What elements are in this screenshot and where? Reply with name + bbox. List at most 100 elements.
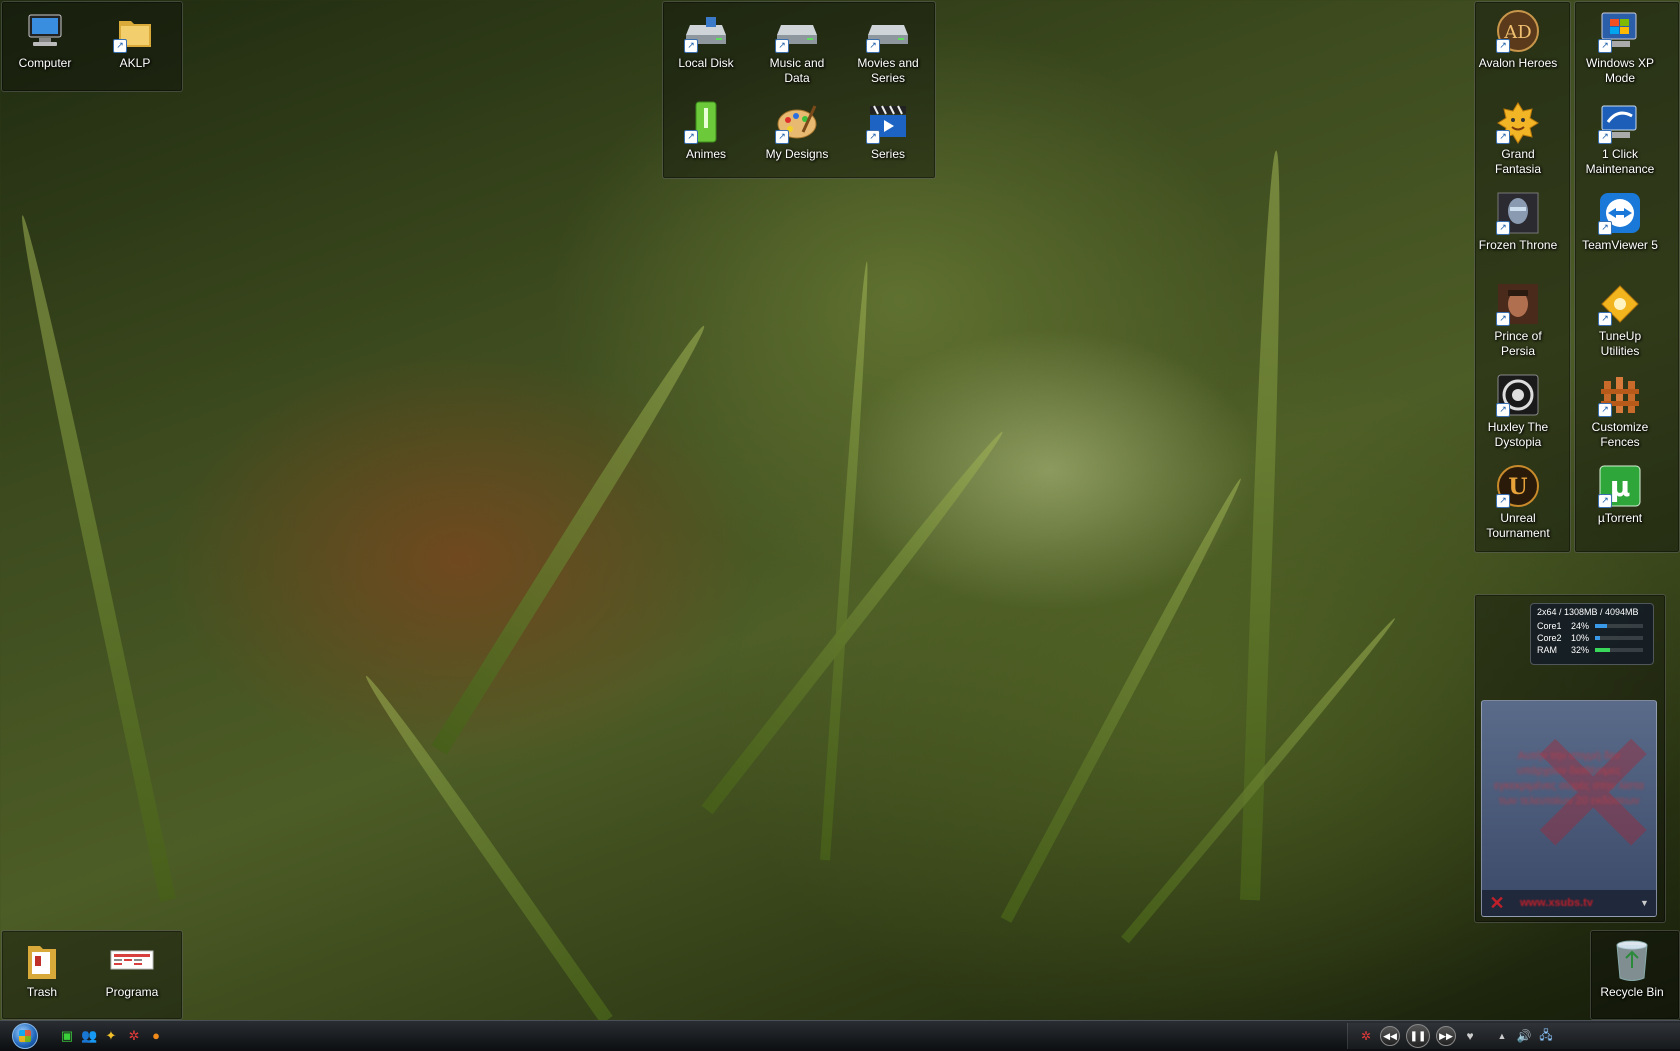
xsubs-message: Αυτήν την στιγμή δεν υπάρχουν διαθέσιμες… (1494, 750, 1644, 807)
drive-icon: ↗ (775, 9, 819, 53)
icon-label: Music and Data (769, 56, 825, 85)
sysmon-bar (1595, 624, 1643, 628)
desktop-icon-windows-xp-mode[interactable]: ↗ Windows XP Mode (1578, 3, 1662, 86)
heart-icon[interactable]: ♥ (1462, 1029, 1478, 1043)
folder-icon (20, 938, 64, 982)
svg-text:U: U (1508, 474, 1527, 500)
icon-label: Animes (685, 147, 726, 161)
icon-label: Programa (105, 985, 159, 999)
sysmon-bar-fill (1595, 624, 1607, 628)
sunbird-icon[interactable]: ✦ (103, 1028, 119, 1044)
volume-icon[interactable]: 🔊 (1516, 1029, 1532, 1043)
desktop-icon-tuneup[interactable]: ↗ TuneUp Utilities (1578, 276, 1662, 359)
prince-of-persia-icon: ↗ (1496, 282, 1540, 326)
computer-icon (23, 9, 67, 53)
shortcut-arrow-icon: ↗ (866, 130, 880, 144)
shortcut-arrow-icon: ↗ (684, 39, 698, 53)
green-app-icon[interactable]: ▣ (59, 1028, 75, 1044)
sysmon-row-ram: RAM 32% (1537, 644, 1647, 656)
icon-label: Windows XP Mode (1585, 56, 1655, 85)
desktop-icon-utorrent[interactable]: µ ↗ µTorrent (1578, 458, 1662, 526)
desktop-icon-grand-fantasia[interactable]: ↗ Grand Fantasia (1476, 94, 1560, 177)
shortcut-arrow-icon: ↗ (1496, 39, 1510, 53)
pause-icon[interactable]: ❚❚ (1406, 1024, 1430, 1048)
desktop-icon-aklp[interactable]: ↗ AKLP (93, 3, 177, 71)
red-gear-icon[interactable]: ✲ (126, 1028, 142, 1044)
chevron-down-icon[interactable]: ▼ (1640, 898, 1656, 908)
shortcut-arrow-icon: ↗ (1496, 221, 1510, 235)
utorrent-icon: µ ↗ (1598, 464, 1642, 508)
shortcut-arrow-icon: ↗ (1496, 312, 1510, 326)
shortcut-arrow-icon: ↗ (1598, 221, 1612, 235)
icon-label: Prince of Persia (1494, 329, 1542, 358)
huxley-icon: ↗ (1496, 373, 1540, 417)
windows-orb-icon (12, 1023, 38, 1049)
sysmon-value: 10% (1571, 633, 1590, 643)
windows-xp-mode-icon: ↗ (1598, 9, 1642, 53)
desktop-icon-series[interactable]: ↗ Series (846, 94, 930, 162)
icon-label: Grand Fantasia (1494, 147, 1542, 176)
desktop-icon-programa[interactable]: Programa (90, 932, 174, 1000)
desktop-icon-unreal-tournament[interactable]: U ↗ Unreal Tournament (1476, 458, 1560, 541)
system-monitor-gadget: 2x64 / 1308MB / 4094MB Core1 24% Core2 1… (1530, 603, 1654, 665)
desktop-icon-huxley[interactable]: ↗ Huxley The Dystopia (1476, 367, 1560, 450)
sysmon-value: 32% (1571, 645, 1590, 655)
sysmon-label: Core2 (1537, 633, 1562, 643)
icon-label: TuneUp Utilities (1598, 329, 1642, 358)
icon-label: Avalon Heroes (1478, 56, 1558, 70)
maintenance-icon: ↗ (1598, 100, 1642, 144)
desktop-icon-local-disk[interactable]: ↗ Local Disk (664, 3, 748, 71)
messenger-icon[interactable]: 👥 (81, 1028, 97, 1044)
grand-fantasia-icon: ↗ (1496, 100, 1540, 144)
desktop-icon-computer[interactable]: Computer (3, 3, 87, 71)
start-button[interactable] (4, 1022, 46, 1050)
sysmon-value: 24% (1571, 621, 1590, 631)
green-usb-icon: ↗ (684, 100, 728, 144)
xsubs-link[interactable]: www.xsubs.tv (1512, 897, 1640, 909)
desktop-icon-prince-of-persia[interactable]: ↗ Prince of Persia (1476, 276, 1560, 359)
desktop-icon-avalon-heroes[interactable]: AD ↗ Avalon Heroes (1476, 3, 1560, 71)
xsubs-footer: ✕ www.xsubs.tv ▼ (1482, 890, 1656, 916)
network-icon[interactable]: 🖧 (1538, 1026, 1554, 1047)
sysmon-header: 2x64 / 1308MB / 4094MB (1537, 607, 1639, 617)
avalon-heroes-icon: AD ↗ (1496, 9, 1540, 53)
rewind-icon[interactable]: ◀◀ (1380, 1026, 1400, 1046)
desktop-icon-teamviewer[interactable]: ↗ TeamViewer 5 (1578, 185, 1662, 253)
drive-icon: ↗ (866, 9, 910, 53)
icon-label: Customize Fences (1591, 420, 1649, 449)
folder-icon: ↗ (113, 9, 157, 53)
shortcut-arrow-icon: ↗ (113, 39, 127, 53)
icon-label: Frozen Throne (1478, 238, 1558, 252)
shortcut-arrow-icon: ↗ (866, 39, 880, 53)
shortcut-arrow-icon: ↗ (1598, 494, 1612, 508)
xsubs-gadget[interactable]: ✕ Αυτήν την στιγμή δεν υπάρχουν διαθέσιμ… (1481, 700, 1657, 917)
desktop-icon-movies-and-series[interactable]: ↗ Movies and Series (846, 3, 930, 86)
firefox-icon[interactable]: ● (148, 1028, 164, 1044)
shortcut-arrow-icon: ↗ (684, 130, 698, 144)
desktop-icon-customize-fences[interactable]: ↗ Customize Fences (1578, 367, 1662, 450)
system-tray: ✲ ◀◀ ❚❚ ▶▶ ♥ ▲ 🔊 🖧 (1347, 1023, 1680, 1049)
desktop-icon-1-click-maintenance[interactable]: ↗ 1 Click Maintenance (1578, 94, 1662, 177)
shortcut-arrow-icon: ↗ (1598, 312, 1612, 326)
shortcut-arrow-icon: ↗ (775, 130, 789, 144)
icon-label: Series (870, 147, 905, 161)
desktop-icon-my-designs[interactable]: ↗ My Designs (755, 94, 839, 162)
desktop-icon-music-and-data[interactable]: ↗ Music and Data (755, 3, 839, 86)
desktop-icon-recycle-bin[interactable]: Recycle Bin (1590, 932, 1674, 1000)
shortcut-arrow-icon: ↗ (1496, 494, 1510, 508)
desktop-icon-frozen-throne[interactable]: ↗ Frozen Throne (1476, 185, 1560, 253)
sysmon-bar (1595, 648, 1643, 652)
fences-icon: ↗ (1598, 373, 1642, 417)
palette-icon: ↗ (775, 100, 819, 144)
sysmon-label: Core1 (1537, 621, 1562, 631)
xsubs-logo-icon: ✕ (1489, 892, 1505, 913)
shortcut-arrow-icon: ↗ (1598, 130, 1612, 144)
sysmon-row-core2: Core2 10% (1537, 632, 1647, 644)
icon-label: µTorrent (1597, 511, 1643, 525)
forward-icon[interactable]: ▶▶ (1436, 1026, 1456, 1046)
media-app-icon[interactable]: ✲ (1358, 1029, 1374, 1043)
desktop-icon-trash[interactable]: Trash (0, 932, 84, 1000)
expand-tray-icon[interactable]: ▲ (1494, 1031, 1510, 1041)
desktop-icon-animes[interactable]: ↗ Animes (664, 94, 748, 162)
shortcut-arrow-icon: ↗ (775, 39, 789, 53)
